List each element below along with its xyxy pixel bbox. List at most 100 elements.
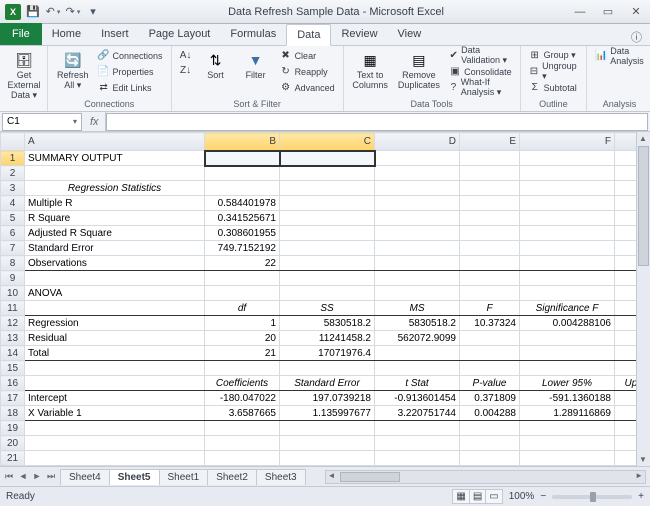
cell-F18[interactable]: 1.289116869 bbox=[520, 406, 615, 421]
row-header-8[interactable]: 8 bbox=[1, 256, 25, 271]
cell-C17[interactable]: 197.0739218 bbox=[280, 391, 375, 406]
edit-links-button[interactable]: ⇄Edit Links bbox=[96, 80, 165, 95]
cell-D11[interactable]: MS bbox=[375, 301, 460, 316]
cell-B15[interactable] bbox=[205, 361, 280, 376]
row-header-18[interactable]: 18 bbox=[1, 406, 25, 421]
col-header-A[interactable]: A bbox=[25, 133, 205, 151]
row-header-11[interactable]: 11 bbox=[1, 301, 25, 316]
row-header-1[interactable]: 1 bbox=[1, 151, 25, 166]
cell-F17[interactable]: -591.1360188 bbox=[520, 391, 615, 406]
cell-C21[interactable] bbox=[280, 451, 375, 466]
col-header-C[interactable]: C bbox=[280, 133, 375, 151]
cell-E14[interactable] bbox=[460, 346, 520, 361]
cell-C11[interactable]: SS bbox=[280, 301, 375, 316]
row-header-7[interactable]: 7 bbox=[1, 241, 25, 256]
cell-E8[interactable] bbox=[460, 256, 520, 271]
whatif-button[interactable]: ?What-If Analysis ▾ bbox=[447, 80, 514, 95]
row-header-14[interactable]: 14 bbox=[1, 346, 25, 361]
connections-button[interactable]: 🔗Connections bbox=[96, 48, 165, 63]
view-tab[interactable]: View bbox=[388, 23, 432, 45]
cell-F3[interactable] bbox=[520, 181, 615, 196]
zoom-slider[interactable] bbox=[552, 495, 632, 499]
cell-F6[interactable] bbox=[520, 226, 615, 241]
cell-E6[interactable] bbox=[460, 226, 520, 241]
cell-F7[interactable] bbox=[520, 241, 615, 256]
filter-button[interactable]: ▼Filter bbox=[238, 48, 274, 83]
cell-E12[interactable]: 10.37324 bbox=[460, 316, 520, 331]
cell-F9[interactable] bbox=[520, 271, 615, 286]
cell-B2[interactable] bbox=[205, 166, 280, 181]
cell-B5[interactable]: 0.341525671 bbox=[205, 211, 280, 226]
excel-app-icon[interactable]: X bbox=[4, 3, 22, 21]
cell-B14[interactable]: 21 bbox=[205, 346, 280, 361]
row-header-21[interactable]: 21 bbox=[1, 451, 25, 466]
cell-A4[interactable]: Multiple R bbox=[25, 196, 205, 211]
sort-za-button[interactable]: Z↓ bbox=[178, 63, 194, 78]
name-box[interactable]: C1 bbox=[2, 113, 82, 131]
cell-B7[interactable]: 749.7152192 bbox=[205, 241, 280, 256]
cell-B19[interactable] bbox=[205, 421, 280, 436]
cell-D1[interactable] bbox=[375, 151, 460, 166]
col-header-F[interactable]: F bbox=[520, 133, 615, 151]
cell-B10[interactable] bbox=[205, 286, 280, 301]
cell-F5[interactable] bbox=[520, 211, 615, 226]
cell-E18[interactable]: 0.004288 bbox=[460, 406, 520, 421]
cell-E5[interactable] bbox=[460, 211, 520, 226]
ungroup-button[interactable]: ⊟Ungroup ▾ bbox=[527, 64, 581, 79]
cell-C1[interactable] bbox=[280, 151, 375, 166]
sort-az-button[interactable]: A↓ bbox=[178, 48, 194, 63]
cell-F19[interactable] bbox=[520, 421, 615, 436]
cell-C6[interactable] bbox=[280, 226, 375, 241]
close-button[interactable]: ✕ bbox=[622, 2, 650, 22]
cell-F20[interactable] bbox=[520, 436, 615, 451]
sheet-tab-sheet5[interactable]: Sheet5 bbox=[109, 469, 160, 485]
cell-C3[interactable] bbox=[280, 181, 375, 196]
cell-D9[interactable] bbox=[375, 271, 460, 286]
cell-E10[interactable] bbox=[460, 286, 520, 301]
cell-A15[interactable] bbox=[25, 361, 205, 376]
cell-D21[interactable] bbox=[375, 451, 460, 466]
sheet-nav-buttons[interactable]: ⏮◄►⏭ bbox=[0, 471, 60, 482]
cell-D17[interactable]: -0.913601454 bbox=[375, 391, 460, 406]
clear-button[interactable]: ✖Clear bbox=[278, 48, 337, 63]
cell-A9[interactable] bbox=[25, 271, 205, 286]
sheet-tab-sheet3[interactable]: Sheet3 bbox=[256, 469, 306, 485]
minimize-button[interactable]: — bbox=[566, 2, 594, 22]
cell-B21[interactable] bbox=[205, 451, 280, 466]
cell-C2[interactable] bbox=[280, 166, 375, 181]
data-tab[interactable]: Data bbox=[286, 24, 331, 46]
cell-E2[interactable] bbox=[460, 166, 520, 181]
cell-E21[interactable] bbox=[460, 451, 520, 466]
cell-E4[interactable] bbox=[460, 196, 520, 211]
cell-B3[interactable] bbox=[205, 181, 280, 196]
sort-button[interactable]: ⇅Sort bbox=[198, 48, 234, 83]
cell-C20[interactable] bbox=[280, 436, 375, 451]
formula-input[interactable] bbox=[106, 113, 648, 131]
row-header-5[interactable]: 5 bbox=[1, 211, 25, 226]
row-header-9[interactable]: 9 bbox=[1, 271, 25, 286]
cell-D7[interactable] bbox=[375, 241, 460, 256]
col-header-B[interactable]: B bbox=[205, 133, 280, 151]
cell-B9[interactable] bbox=[205, 271, 280, 286]
row-header-20[interactable]: 20 bbox=[1, 436, 25, 451]
col-header-D[interactable]: D bbox=[375, 133, 460, 151]
cell-C10[interactable] bbox=[280, 286, 375, 301]
help-icon[interactable]: ⓘ bbox=[623, 29, 650, 45]
cell-C8[interactable] bbox=[280, 256, 375, 271]
cell-D16[interactable]: t Stat bbox=[375, 376, 460, 391]
cell-F12[interactable]: 0.004288106 bbox=[520, 316, 615, 331]
cell-A7[interactable]: Standard Error bbox=[25, 241, 205, 256]
zoom-out-button[interactable]: − bbox=[540, 491, 546, 502]
cell-F16[interactable]: Lower 95% bbox=[520, 376, 615, 391]
cell-E16[interactable]: P-value bbox=[460, 376, 520, 391]
cell-A20[interactable] bbox=[25, 436, 205, 451]
cell-B20[interactable] bbox=[205, 436, 280, 451]
text-to-columns-button[interactable]: ▦Text to Columns bbox=[350, 48, 391, 93]
cell-F1[interactable] bbox=[520, 151, 615, 166]
cell-E20[interactable] bbox=[460, 436, 520, 451]
cell-A5[interactable]: R Square bbox=[25, 211, 205, 226]
cell-C7[interactable] bbox=[280, 241, 375, 256]
cell-A12[interactable]: Regression bbox=[25, 316, 205, 331]
cell-B18[interactable]: 3.6587665 bbox=[205, 406, 280, 421]
cell-E19[interactable] bbox=[460, 421, 520, 436]
